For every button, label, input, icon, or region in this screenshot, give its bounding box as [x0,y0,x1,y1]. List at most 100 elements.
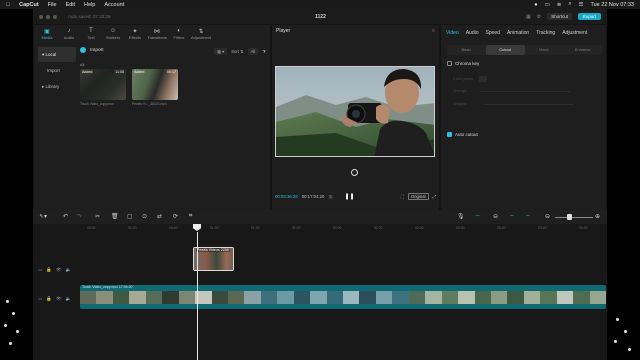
tab-audio[interactable]: ♪ Audio [58,28,80,40]
ruler-tick-label: 02:40 [415,226,424,230]
overlay-clip[interactable]: Pexels Videos 2259 [193,247,234,271]
tab-audio[interactable]: Audio [466,30,479,36]
zoom-slider-handle[interactable] [567,214,572,220]
control-center-icon[interactable]: ☰ [579,2,584,8]
play-pause-button[interactable]: ❚❚ [344,193,354,200]
settings-icon[interactable]: ⚙ [537,14,541,20]
subtab-cutout[interactable]: Cutout [485,45,525,55]
shortcut-button[interactable]: Shortcut [547,13,572,20]
rotate-icon[interactable]: ⟳ [173,213,178,220]
tab-speed[interactable]: Speed [486,30,500,36]
media-item[interactable]: Added 11:05 Touch Video_copy.mov [80,69,126,106]
lock-icon[interactable]: 🔒 [46,267,52,273]
media-item[interactable]: Added 00:17 Pexels Vi..._38323.mp4 [132,69,178,106]
sidebar-item-import[interactable]: Import [38,63,76,78]
preview-axis-icon[interactable]: ⊖ [493,213,498,220]
tab-adjustment[interactable]: Adjustment [562,30,587,36]
filter-icon[interactable]: ⧩ [262,49,266,54]
minimize-window-icon[interactable] [46,14,50,19]
redo-icon[interactable]: ↷ [77,213,82,220]
subtab-basic[interactable]: Basic [447,45,486,55]
visibility-icon[interactable]: 👁 [56,296,62,302]
subtab-enhance[interactable]: Enhance [563,45,602,55]
snap-icon[interactable]: ⇔ [509,213,515,219]
zoom-window-icon[interactable] [53,14,57,19]
reverse-icon[interactable]: ⊙ [142,213,147,220]
close-window-icon[interactable] [39,14,43,19]
tab-transitions[interactable]: ⋈ Transitions [146,28,168,40]
media-thumbnail[interactable]: Added 00:17 [132,69,178,100]
grid-icon[interactable]: ▦ [328,194,332,200]
ratio-original-button[interactable]: Original [407,193,429,200]
battery-icon[interactable]: ▭ [545,2,550,8]
fullscreen-icon[interactable]: ⤢ [433,194,436,199]
split-icon[interactable]: ✂ [95,213,100,220]
auto-cutout-checkbox[interactable] [447,132,452,137]
mirror-icon[interactable]: ⇄ [157,213,162,220]
chroma-key-option[interactable]: Chroma key [447,61,479,66]
export-button[interactable]: Export [577,13,601,20]
select-tool-icon[interactable]: ↖▾ [39,213,47,220]
chroma-key-checkbox[interactable] [447,61,452,66]
auto-cutout-option[interactable]: Auto cutout [447,132,478,137]
ruler-tick-label: 03:40 [538,226,547,230]
tab-effects[interactable]: ✦ Effects [124,28,146,40]
zoom-slider[interactable] [555,217,593,218]
menubar-clock[interactable]: Tue 22 Nov 07:33 [590,2,634,8]
fullscreen-fit-icon[interactable]: ⛶ [401,194,404,199]
video-preview[interactable] [275,66,435,157]
sidebar-item-library[interactable]: ▸ Library [38,79,76,94]
layout-icon[interactable]: ▦ [526,14,531,20]
ruler-tick-label: 00:00 [87,226,96,230]
main-track-header: ▭ 🔒 👁 🔈 [38,296,71,302]
mute-icon[interactable]: 🔈 [66,296,72,302]
title-bar: Auto saved: 07:33:28 1122 ▦ ⚙ Shortcut E… [33,9,607,24]
tab-adjustment[interactable]: ⇅ Adjustment [190,28,212,40]
project-title[interactable]: 1122 [315,14,326,20]
sidebar-item-local[interactable]: ▾ Local [38,47,76,62]
tab-stickers[interactable]: ☺ Stickers [102,28,124,40]
tab-tracking[interactable]: Tracking [536,30,555,36]
crop-icon[interactable]: ⌗ [189,213,192,220]
zoom-out-icon[interactable]: ⊖ [545,213,550,220]
inspector-tabs: Video Audio Speed Animation Tracking Adj… [441,25,606,36]
subtab-mask[interactable]: Mask [525,45,564,55]
total-timecode: 00:17:04:20 [301,194,325,199]
apple-logo-icon[interactable]:  [6,2,10,8]
menu-account[interactable]: Account [104,2,124,8]
menu-help[interactable]: Help [84,2,95,8]
player-controls: 00:03:36:28 00:17:04:20 ▦ ❚❚ ⛶ Original … [275,193,436,200]
zoom-in-icon[interactable]: ⊕ [595,213,600,220]
visibility-icon[interactable]: 👁 [56,267,62,273]
search-icon[interactable]: ⌕ [568,1,571,8]
tab-animation[interactable]: Animation [507,30,529,36]
sort-button[interactable]: Sort ⇅ [231,49,243,54]
mute-icon[interactable]: 🔈 [66,267,72,273]
menubar-app-name[interactable]: CapCut [19,2,39,8]
main-video-clip[interactable]: Touch Video_copy.mov 17:04:20 [80,285,606,309]
menu-edit[interactable]: Edit [66,2,75,8]
microphone-icon[interactable]: 🎙 [457,213,465,220]
tab-media[interactable]: ▣ Media [36,28,58,40]
delete-icon[interactable]: 🗑 [111,213,119,220]
menu-file[interactable]: File [48,2,57,8]
magnet-icon[interactable]: ⇔ [525,213,531,219]
tab-filters[interactable]: ◐ Filters [168,28,190,40]
lock-icon[interactable]: 🔒 [46,296,52,302]
view-toggle-icon[interactable]: ▦ ▾ [213,48,228,55]
center-marker-icon[interactable] [351,169,358,176]
playhead-line[interactable] [197,232,198,360]
player-menu-icon[interactable]: ≡ [432,28,435,34]
record-icon[interactable]: ● [534,2,537,8]
freeze-icon[interactable]: ▢ [127,213,133,220]
undo-icon[interactable]: ↶ [63,213,68,220]
ruler-tick-label: 00:40 [169,226,178,230]
tab-video[interactable]: Video [446,30,459,36]
wifi-icon[interactable]: ≋ [557,2,562,8]
tab-text[interactable]: T Text [80,28,102,40]
filter-all-dropdown[interactable]: All [247,48,259,55]
timeline-ruler[interactable]: 00:00 00:20 00:40 01:00 01:20 01:40 02:0… [81,225,607,235]
import-button[interactable]: Import [80,47,104,53]
link-icon[interactable]: ⇔ [475,213,481,219]
media-thumbnail[interactable]: Added 11:05 [80,69,126,100]
